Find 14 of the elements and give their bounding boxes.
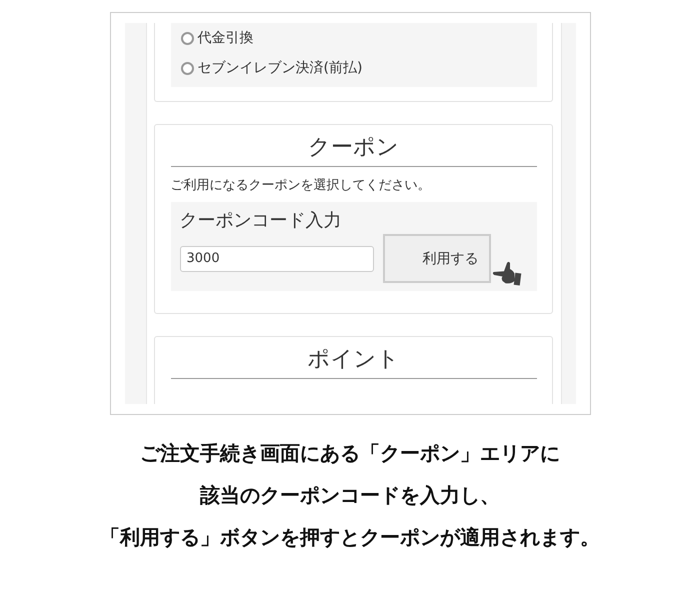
caption-text: ご注文手続き画面にある「クーポン」エリアに: [140, 440, 560, 467]
caption-text: 該当のクーポンコードを入力し、: [200, 482, 500, 509]
caption-text: 「利用する」ボタンを押すとクーポンが適用されます。: [100, 524, 600, 551]
apply-button[interactable]: 利用する: [382, 234, 490, 283]
radio-label: セブンイレブン決済(前払): [198, 59, 362, 77]
radio-button[interactable]: [180, 62, 194, 74]
section-title: ポイント: [170, 337, 536, 379]
instruction-text: ご利用になるクーポンを選択してください。: [170, 177, 432, 195]
radio-button[interactable]: [180, 32, 194, 44]
section-title: クーポン: [170, 125, 536, 167]
pointing-hand-icon: [492, 260, 522, 287]
coupon-code-field[interactable]: 3000: [180, 246, 374, 272]
field-label: クーポンコード入力: [180, 209, 342, 232]
radio-label: 代金引換: [198, 29, 254, 47]
